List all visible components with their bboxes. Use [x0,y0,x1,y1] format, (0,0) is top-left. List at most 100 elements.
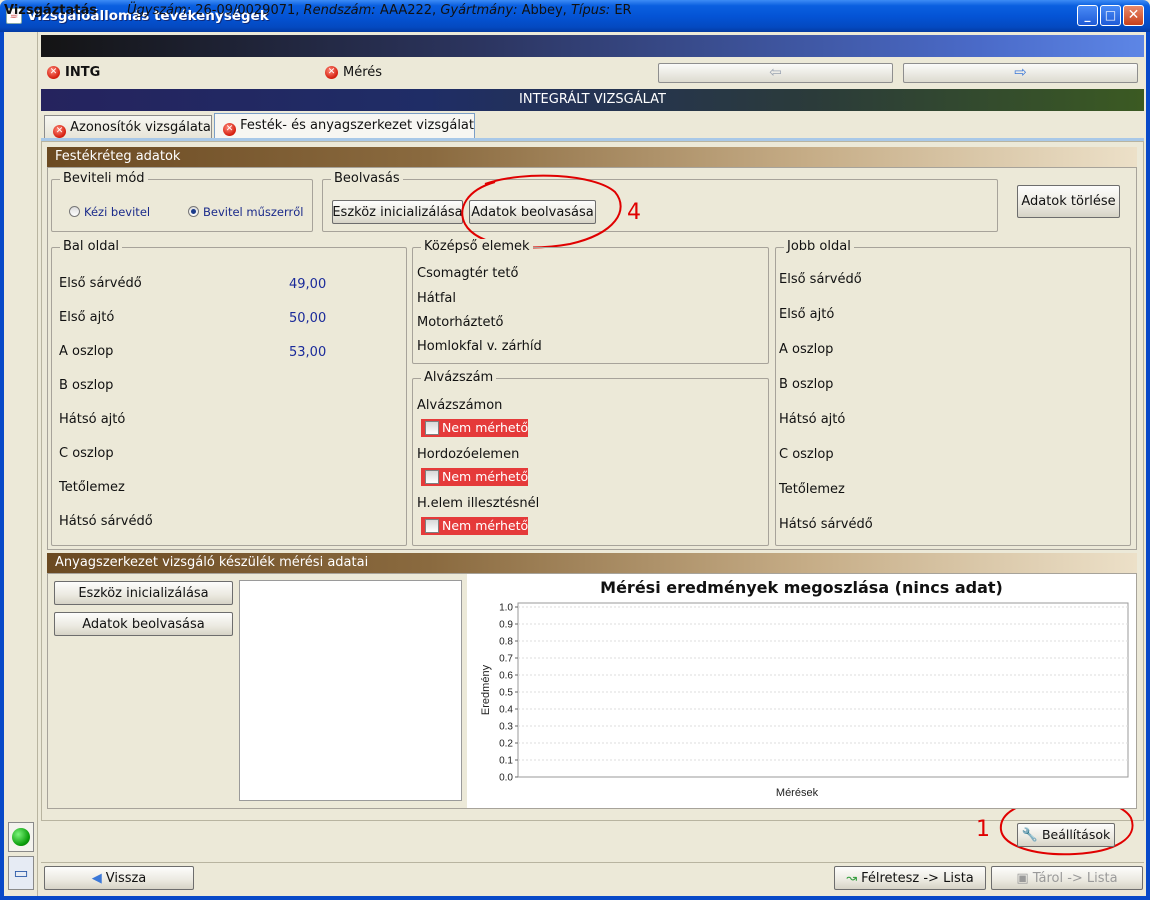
meres-error-icon: ✕ [325,66,338,79]
ugyszam-label: Ügyszám: [127,3,192,18]
anyag-section-header: Anyagszerkezet vizsgáló készülék mérési … [47,553,1137,573]
kozepso-row-label: Csomagtér tető [417,266,519,281]
tab-error-icon: ✕ [223,123,236,136]
tipus-label: Típus: [570,3,611,18]
button-label: Félretesz -> Lista [861,870,974,886]
minimize-button[interactable]: _ [1077,5,1098,26]
intg-error-icon: ✕ [47,66,60,79]
nem-merheto-checkbox[interactable]: Nem mérhető [421,517,528,535]
jobb-row-label: Tetőlemez [779,482,845,497]
back-arrow-icon: ◀ [91,870,102,886]
y-tick-label: 0.1 [499,756,513,767]
book-icon[interactable]: ▭ [8,856,34,890]
button-label: Vissza [105,870,147,886]
button-label: Tárol -> Lista [1032,870,1118,886]
kozepso-row-label: Homlokfal v. zárhíd [417,339,542,354]
jobb-row-label: B oszlop [779,377,834,392]
jobb-row-label: Hátsó sárvédő [779,517,873,532]
jobb-row-label: Első sárvédő [779,272,862,287]
vissza-button[interactable]: ◀ Vissza [44,866,194,890]
y-axis-label: Eredmény [480,664,492,715]
felretesz-lista-button[interactable]: ↝ Félretesz -> Lista [834,866,986,890]
bal-row-value: 50,00 [289,311,327,326]
alvaz-item-label: Alvázszámon [417,398,503,413]
y-tick-label: 0.3 [499,722,513,733]
bal-row-label: C oszlop [59,446,114,461]
eszkoz-inicializalasa-button[interactable]: Eszköz inicializálása [332,200,463,224]
green-status-icon [12,828,30,846]
bal-oldal-group: Bal oldal [51,239,407,546]
nem-merheto-checkbox[interactable]: Nem mérhető [421,419,528,437]
meres-label: Mérés [343,65,383,80]
nem-merheto-checkbox[interactable]: Nem mérhető [421,468,528,486]
nav-forward-button[interactable]: ⇨ [903,63,1138,83]
gyartmany-label: Gyártmány: [440,3,518,18]
tipus-value: ER [614,3,632,18]
checkbox-box [425,519,439,533]
y-tick-label: 0.4 [499,705,513,716]
bal-row-value: 53,00 [289,345,327,360]
ugyszam-value: 26-09/0029071, [195,3,300,18]
tab-azonositok[interactable]: ✕ Azonosítók vizsgálata [44,115,212,140]
group-title: Középső elemek [421,239,533,255]
y-tick-label: 0.0 [499,773,513,784]
y-tick-label: 1.0 [499,603,513,614]
left-tool-strip [4,32,38,896]
y-tick-label: 0.2 [499,739,513,750]
button-label: Beállítások [1041,826,1111,842]
anyag-eszkoz-inicializalasa-button[interactable]: Eszköz inicializálása [54,581,233,605]
y-tick-label: 0.7 [499,654,513,665]
y-tick-label: 0.6 [499,671,513,682]
checkbox-label: Nem mérhető [442,518,529,533]
bal-row-value: 49,00 [289,277,327,292]
rendszam-value: AAA222, [379,3,437,18]
group-title: Bal oldal [60,239,123,255]
group-title: Beolvasás [331,171,403,187]
results-chart: 0.0 0.1 0.2 0.3 0.4 0.5 0.6 0.7 0.8 0.9 1.0 Eredmén… [480,602,1129,799]
radio-kezi-bevitel[interactable]: Kézi bevitel [69,205,150,219]
adatok-torlese-button[interactable]: Adatok törlése [1017,185,1120,218]
measurement-list[interactable] [239,580,462,801]
radio-label: Kézi bevitel [84,205,151,219]
anyag-adatok-beolvasasa-button[interactable]: Adatok beolvasása [54,612,233,636]
alvaz-item-label: H.elem illesztésnél [417,496,540,511]
bal-row-label: Hátsó ajtó [59,412,126,427]
maximize-button[interactable]: □ [1100,5,1121,26]
jobb-oldal-group: Jobb oldal [775,239,1131,546]
festek-section-header: Festékréteg adatok [47,147,1137,167]
alvaz-item-label: Hordozóelemen [417,447,520,462]
annotation-number-4: 4 [627,200,641,225]
y-tick-label: 0.8 [499,637,513,648]
checkbox-label: Nem mérhető [442,420,529,435]
radio-circle [69,206,80,217]
save-icon: ▣ [1016,870,1029,886]
tarol-lista-button[interactable]: ▣ Tárol -> Lista [991,866,1143,890]
beallitasok-button[interactable]: 🔧 Beállítások [1017,823,1115,847]
tab-label: Festék- és anyagszerkezet vizsgálat [240,118,474,133]
annotation-number-1: 1 [976,817,990,842]
jobb-row-label: Első ajtó [779,307,835,322]
bal-row-label: Hátsó sárvédő [59,514,153,529]
nav-back-button[interactable]: ⇦ [658,63,893,83]
case-info: Ügyszám: 26-09/0029071, Rendszám: AAA222… [127,3,632,18]
bal-row-label: A oszlop [59,344,114,359]
checkbox-box [425,421,439,435]
checkbox-box [425,470,439,484]
close-button[interactable]: ✕ [1123,5,1144,26]
park-icon: ↝ [846,870,858,886]
group-title: Jobb oldal [784,239,854,255]
radio-label: Bevitel műszerről [203,205,304,219]
section-banner: INTEGRÁLT VIZSGÁLAT [41,89,1144,111]
radio-circle-selected [188,206,199,217]
plot-area [517,602,1129,778]
bal-row-label: Tetőlemez [59,480,125,495]
bal-row-label: Első sárvédő [59,276,142,291]
radio-bevitel-muszerrol[interactable]: Bevitel műszerről [188,205,303,219]
checkbox-label: Nem mérhető [442,469,529,484]
x-axis-label: Mérések [776,787,819,799]
rendszam-label: Rendszám: [303,3,376,18]
tab-festek[interactable]: ✕ Festék- és anyagszerkezet vizsgálat [214,113,475,140]
intg-label: INTG [65,65,101,80]
kozepso-row-label: Motorháztető [417,315,504,330]
tab-error-icon: ✕ [53,125,66,138]
